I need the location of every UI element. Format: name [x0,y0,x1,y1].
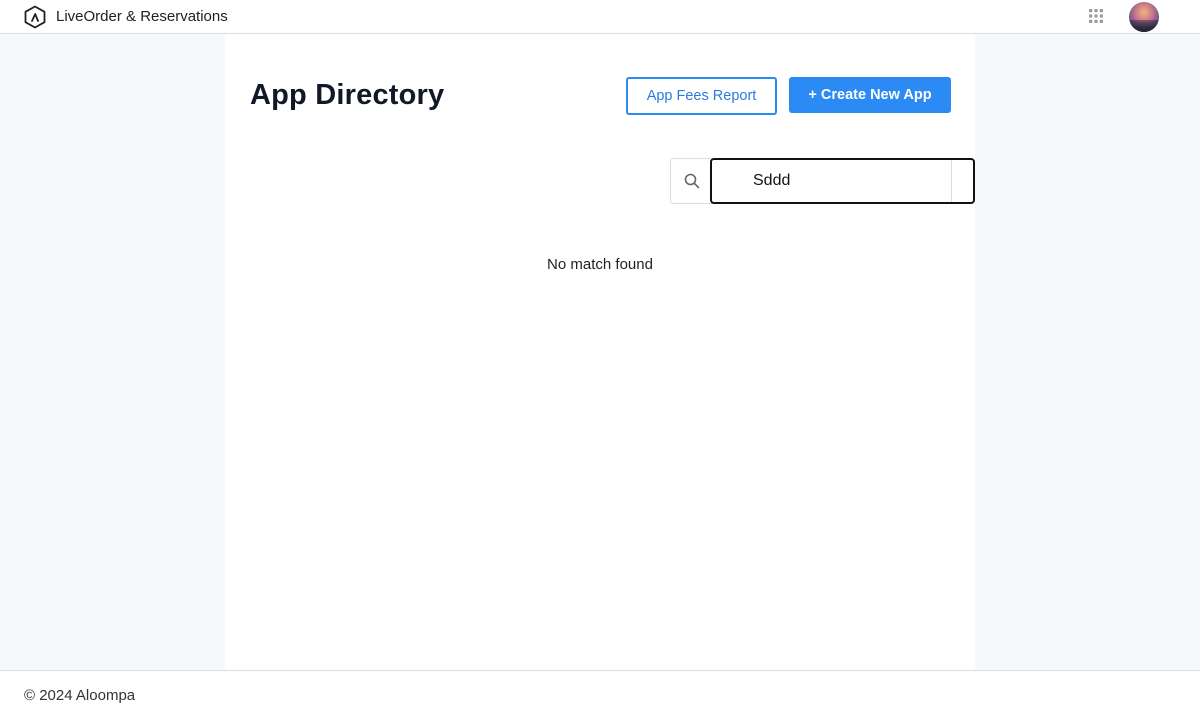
search-divider [951,160,952,202]
apps-grid-icon[interactable] [1089,9,1103,23]
search-field[interactable] [710,158,975,204]
app-directory-panel: App Directory App Fees Report + Create N… [225,34,975,670]
hexagon-logo-icon[interactable] [23,5,47,29]
copyright-text: © 2024 Aloompa [24,687,136,704]
footer: © 2024 Aloompa [0,670,1200,720]
search-input[interactable] [712,160,951,202]
top-navigation-bar: LiveOrder & Reservations [0,0,1200,34]
user-avatar[interactable] [1129,2,1159,32]
app-name[interactable]: LiveOrder & Reservations [56,8,228,25]
search-addon [670,158,712,204]
empty-results-message: No match found [547,256,653,273]
page-title: App Directory [250,79,445,111]
create-new-app-button[interactable]: + Create New App [789,77,951,113]
search-icon [684,173,699,189]
app-fees-report-button[interactable]: App Fees Report [626,77,777,115]
